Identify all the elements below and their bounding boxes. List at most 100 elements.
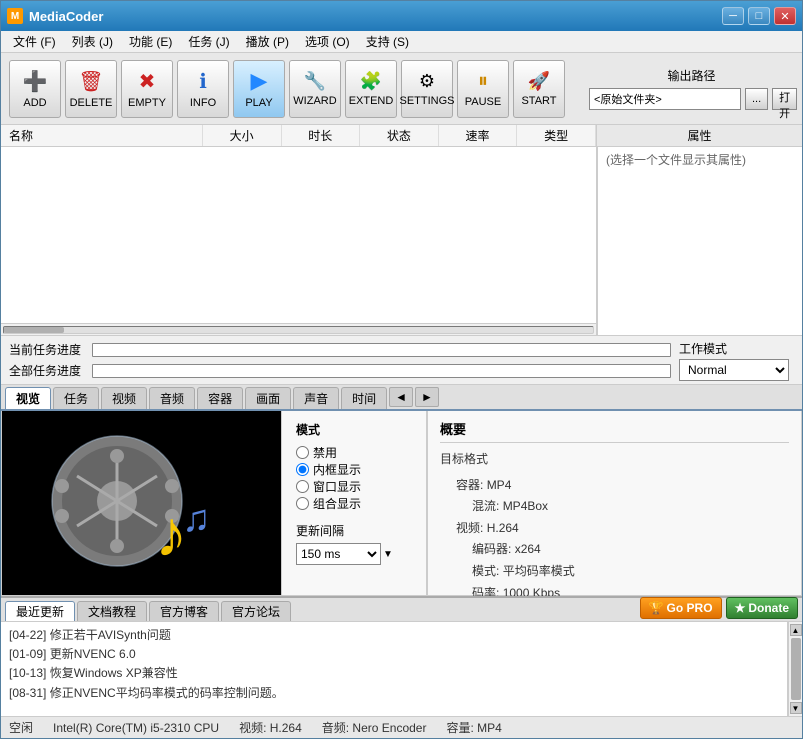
news-text-1: 更新NVENC 6.0 — [50, 647, 136, 661]
menu-function[interactable]: 功能 (E) — [121, 31, 180, 52]
settings-button[interactable]: ⚙ SETTINGS — [401, 60, 453, 118]
menu-bar: 文件 (F) 列表 (J) 功能 (E) 任务 (J) 播放 (P) 选项 (O… — [1, 31, 802, 53]
status-container: 容量: MP4 — [446, 719, 501, 736]
radio-window-input[interactable] — [296, 480, 309, 493]
tab-picture[interactable]: 画面 — [245, 387, 291, 409]
radio-disabled-input[interactable] — [296, 446, 309, 459]
add-button[interactable]: ➕ ADD — [9, 60, 61, 118]
extend-button[interactable]: 🧩 EXTEND — [345, 60, 397, 118]
close-button[interactable]: ✕ — [774, 7, 796, 25]
empty-button[interactable]: ✖ EMPTY — [121, 60, 173, 118]
output-row: ... 打开 — [589, 88, 794, 110]
menu-task[interactable]: 任务 (J) — [180, 31, 237, 52]
overview-mux: 混流: MP4Box — [440, 496, 789, 518]
menu-options[interactable]: 选项 (O) — [297, 31, 358, 52]
tab-nav-next[interactable]: ► — [415, 387, 439, 407]
tab-nav-prev[interactable]: ◄ — [389, 387, 413, 407]
current-progress-bar — [92, 343, 671, 357]
work-mode-section: 工作模式 Normal Background High Priority — [679, 340, 794, 381]
update-interval: 更新间隔 150 ms 50 ms 100 ms 200 ms 500 ms ▼ — [296, 522, 412, 565]
gopro-button[interactable]: 🏆 Go PRO — [640, 597, 722, 619]
file-list-scrollbar[interactable] — [1, 323, 596, 335]
settings-icon: ⚙ — [419, 71, 435, 92]
work-mode-label: 工作模式 — [679, 340, 727, 357]
scroll-thumb[interactable] — [791, 638, 801, 700]
radio-window-label: 窗口显示 — [313, 478, 361, 495]
open-button[interactable]: 打开 — [772, 88, 797, 110]
overview-panel: 概要 目标格式 容器: MP4 混流: MP4Box 视频: — [427, 411, 801, 595]
bottom-tabs-bar: 最近更新 文档教程 官方博客 官方论坛 🏆 Go PRO ★ Donate — [1, 598, 802, 622]
interval-select[interactable]: 150 ms 50 ms 100 ms 200 ms 500 ms — [296, 543, 381, 565]
all-progress-row: 全部任务进度 — [9, 362, 671, 379]
file-list-header: 名称 大小 时长 状态 速率 类型 — [1, 125, 596, 147]
output-path-input[interactable] — [589, 88, 741, 110]
tab-video[interactable]: 视频 — [101, 387, 147, 409]
overview-video-encoder: 编码器: x264 — [440, 539, 789, 561]
pause-button[interactable]: ⏸ PAUSE — [457, 60, 509, 118]
wizard-button[interactable]: 🔧 WIZARD — [289, 60, 341, 118]
news-date-1: [01-09] — [9, 647, 46, 661]
work-mode-select[interactable]: Normal Background High Priority — [679, 359, 789, 381]
bottom-tab-forum[interactable]: 官方论坛 — [221, 601, 291, 621]
status-cpu: Intel(R) Core(TM) i5-2310 CPU — [53, 721, 219, 735]
play-button[interactable]: ▶ PLAY — [233, 60, 285, 118]
file-list: 名称 大小 时长 状态 速率 类型 — [1, 125, 597, 335]
properties-body: (选择一个文件显示其属性) — [597, 147, 802, 335]
tab-container[interactable]: 容器 — [197, 387, 243, 409]
progress-section: 当前任务进度 全部任务进度 — [9, 341, 671, 379]
scrollbar-track[interactable] — [3, 326, 594, 334]
news-text-2: 恢复Windows XP兼容性 — [50, 666, 178, 680]
donate-icon: ★ — [735, 601, 746, 615]
gopro-icon: 🏆 — [649, 601, 664, 615]
properties-header: 属性 — [597, 125, 802, 147]
add-icon: ➕ — [23, 69, 48, 94]
overview-container-label: 容器: — [456, 478, 483, 492]
svg-text:♫: ♫ — [182, 498, 211, 540]
wizard-label: WIZARD — [293, 95, 336, 107]
app-icon: M — [7, 8, 23, 24]
donate-button[interactable]: ★ Donate — [726, 597, 798, 619]
browse-button[interactable]: ... — [745, 88, 768, 110]
title-bar-left: M MediaCoder — [7, 8, 103, 24]
overview-video-encoder-value: x264 — [515, 542, 541, 556]
info-button[interactable]: ℹ INFO — [177, 60, 229, 118]
empty-icon: ✖ — [139, 69, 156, 94]
tab-task[interactable]: 任务 — [53, 387, 99, 409]
pause-icon: ⏸ — [478, 70, 488, 93]
tab-preview[interactable]: 视览 — [5, 387, 51, 409]
radio-combo-label: 组合显示 — [313, 495, 361, 512]
menu-support[interactable]: 支持 (S) — [358, 31, 417, 52]
bottom-tab-blog[interactable]: 官方博客 — [149, 601, 219, 621]
window-controls: ─ □ ✕ — [722, 7, 796, 25]
wizard-icon: 🔧 — [304, 71, 326, 92]
scroll-up-arrow[interactable]: ▲ — [790, 624, 802, 636]
tab-sound[interactable]: 声音 — [293, 387, 339, 409]
scrollbar-thumb[interactable] — [4, 327, 64, 333]
start-label: START — [521, 95, 556, 107]
maximize-button[interactable]: □ — [748, 7, 770, 25]
bottom-tab-right: 🏆 Go PRO ★ Donate — [640, 597, 798, 621]
status-video: 视频: H.264 — [239, 719, 302, 736]
bottom-tab-docs[interactable]: 文档教程 — [77, 601, 147, 621]
menu-file[interactable]: 文件 (F) — [5, 31, 64, 52]
extend-icon: 🧩 — [360, 71, 382, 92]
bottom-tab-news[interactable]: 最近更新 — [5, 601, 75, 621]
extend-label: EXTEND — [349, 95, 394, 107]
radio-inner-input[interactable] — [296, 463, 309, 476]
menu-play[interactable]: 播放 (P) — [238, 31, 297, 52]
menu-list[interactable]: 列表 (J) — [64, 31, 121, 52]
donate-label: Donate — [748, 601, 789, 615]
tab-time[interactable]: 时间 — [341, 387, 387, 409]
scroll-down-arrow[interactable]: ▼ — [790, 702, 802, 714]
delete-button[interactable]: 🗑 DELETE — [65, 60, 117, 118]
progress-work-row: 当前任务进度 全部任务进度 工作模式 Normal Background Hig… — [1, 335, 802, 385]
toolbar-row: ➕ ADD 🗑 DELETE ✖ EMPTY ℹ INFO ▶ PLAY 🔧 W — [1, 53, 802, 125]
tabs-area: 视览 任务 视频 音频 容器 画面 声音 时间 ◄ ► — [1, 385, 802, 596]
interval-label: 更新间隔 — [296, 522, 412, 539]
tab-audio[interactable]: 音频 — [149, 387, 195, 409]
radio-combo-input[interactable] — [296, 497, 309, 510]
minimize-button[interactable]: ─ — [722, 7, 744, 25]
tabs-bar: 视览 任务 视频 音频 容器 画面 声音 时间 ◄ ► — [1, 385, 802, 411]
start-button[interactable]: 🚀 START — [513, 60, 565, 118]
output-title: 输出路径 — [589, 67, 794, 84]
